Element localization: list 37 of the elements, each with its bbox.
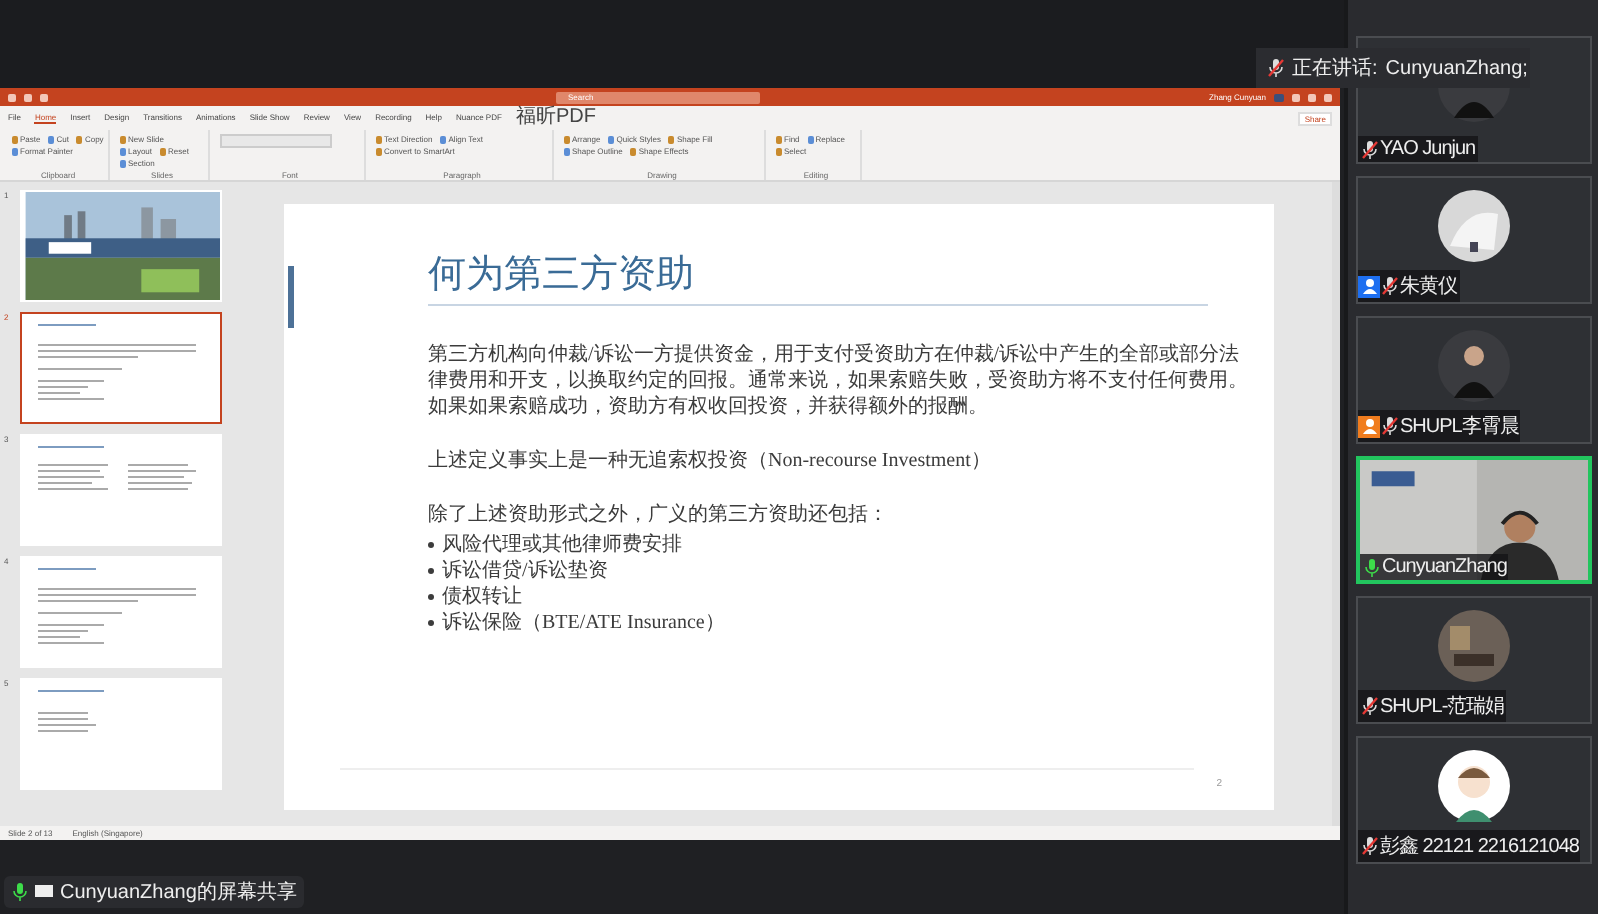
bullet-icon [428, 619, 434, 625]
participant-name: YAO Junjun [1380, 138, 1476, 160]
participant-tile[interactable]: SHUPL李霄晨 [1356, 316, 1592, 444]
slide-paragraph: 除了上述资助形式之外，广义的第三方资助还包括： [428, 501, 890, 527]
slide-paragraph: 上述定义事实上是一种无追索权投资（Non-recourse Investment） [428, 447, 993, 473]
muted-mic-icon [1362, 696, 1378, 716]
participant-tile[interactable]: 彭鑫 22121 2216121048 [1356, 736, 1592, 864]
bullet-item: 诉讼保险（BTE/ATE Insurance） [442, 609, 725, 635]
screen-share-label: CunyuanZhang的屏幕共享 [4, 876, 305, 908]
ribbon-tab[interactable]: 福昕PDF [515, 107, 596, 129]
mic-icon [1364, 557, 1380, 577]
bullet-icon [428, 567, 434, 573]
participant-name: 朱黄仪 [1400, 273, 1457, 300]
participant-name: CunyuanZhang [1382, 556, 1507, 578]
muted-mic-icon [1382, 416, 1398, 436]
slide-thumbnail[interactable] [20, 312, 222, 424]
bullet-item: 风险代理或其他律师费安排 [442, 531, 682, 557]
bullet-item: 诉讼借贷/诉讼垫资 [442, 557, 608, 583]
participant-name: 彭鑫 22121 2216121048 [1380, 833, 1579, 860]
screen-icon [34, 884, 54, 900]
participant-tile[interactable]: SHUPL-范瑞娟 [1356, 596, 1592, 724]
bullet-icon [428, 593, 434, 599]
slide-title: 何为第三方资助 [428, 247, 1208, 305]
participant-name: SHUPL-范瑞娟 [1380, 693, 1505, 720]
muted-mic-icon [1268, 58, 1284, 78]
participant-name: SHUPL李霄晨 [1400, 413, 1519, 440]
muted-mic-icon [1382, 276, 1398, 296]
bullet-icon [428, 541, 434, 547]
slide-paragraph: 第三方机构向仲裁/诉讼一方提供资金，用于支付受资助方在仲裁/诉讼中产生的全部或部分法律费用和开支，以换取约定的回报。通常来说，如果索赔失败，受资助方将不支付任何费用。如果如果索赔成功，资助方有权收回投资，并获得额外的报酬。 [428, 341, 1250, 419]
speaking-toast: 正在讲话: CunyuanZhang; [1256, 48, 1530, 88]
participant-tile[interactable]: CunyuanZhang [1356, 456, 1592, 584]
font-field[interactable] [220, 134, 332, 148]
participant-tile[interactable]: 朱黄仪 [1356, 176, 1592, 304]
muted-mic-icon [1362, 139, 1378, 159]
bullet-item: 债权转让 [442, 583, 522, 609]
muted-mic-icon [1362, 836, 1378, 856]
mic-icon [12, 882, 28, 902]
